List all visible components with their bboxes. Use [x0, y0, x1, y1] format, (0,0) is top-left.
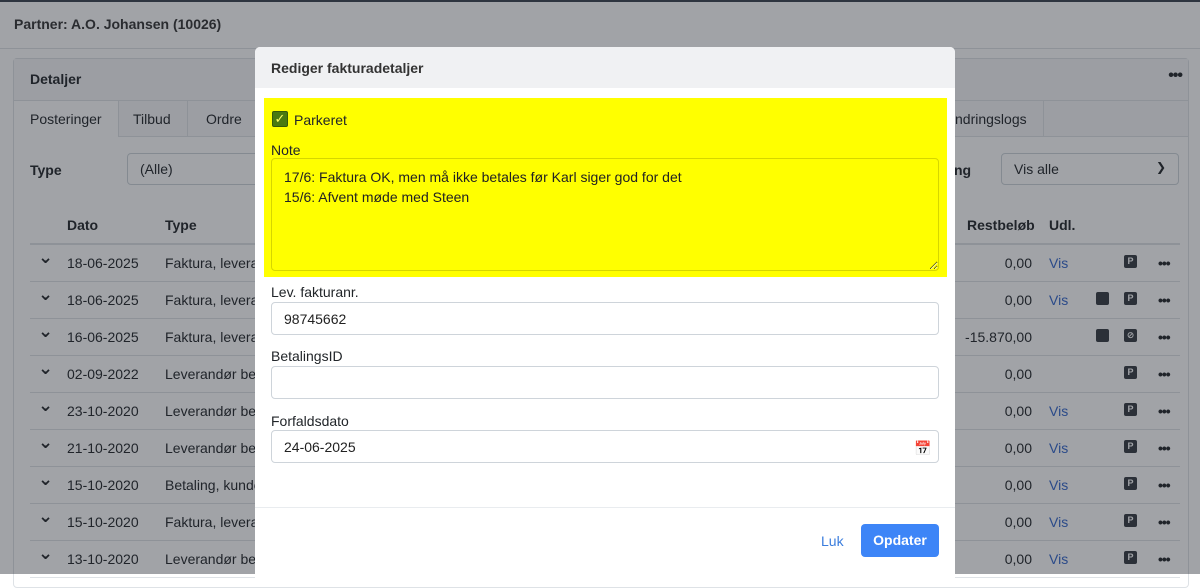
note-label: Note	[271, 142, 301, 158]
divider	[255, 507, 955, 508]
parked-label[interactable]: Parkeret	[294, 112, 347, 128]
edit-invoice-modal: Rediger fakturadetaljer ✓ Parkeret Note …	[255, 47, 955, 587]
modal-title: Rediger fakturadetaljer	[255, 47, 955, 88]
update-button[interactable]: Opdater	[861, 524, 939, 557]
invoice-number-input[interactable]	[271, 302, 939, 335]
due-date-label: Forfaldsdato	[271, 413, 349, 429]
close-button[interactable]: Luk	[821, 533, 844, 549]
highlight-region: ✓ Parkeret Note 17/6: Faktura OK, men må…	[264, 98, 947, 277]
calendar-icon[interactable]: 📅	[914, 440, 931, 457]
payment-id-input[interactable]	[271, 366, 939, 399]
note-textarea[interactable]: 17/6: Faktura OK, men må ikke betales fø…	[271, 158, 939, 271]
invoice-number-label: Lev. fakturanr.	[271, 284, 359, 300]
payment-id-label: BetalingsID	[271, 348, 343, 364]
parked-checkbox[interactable]: ✓	[272, 111, 288, 127]
due-date-input[interactable]	[271, 430, 939, 463]
